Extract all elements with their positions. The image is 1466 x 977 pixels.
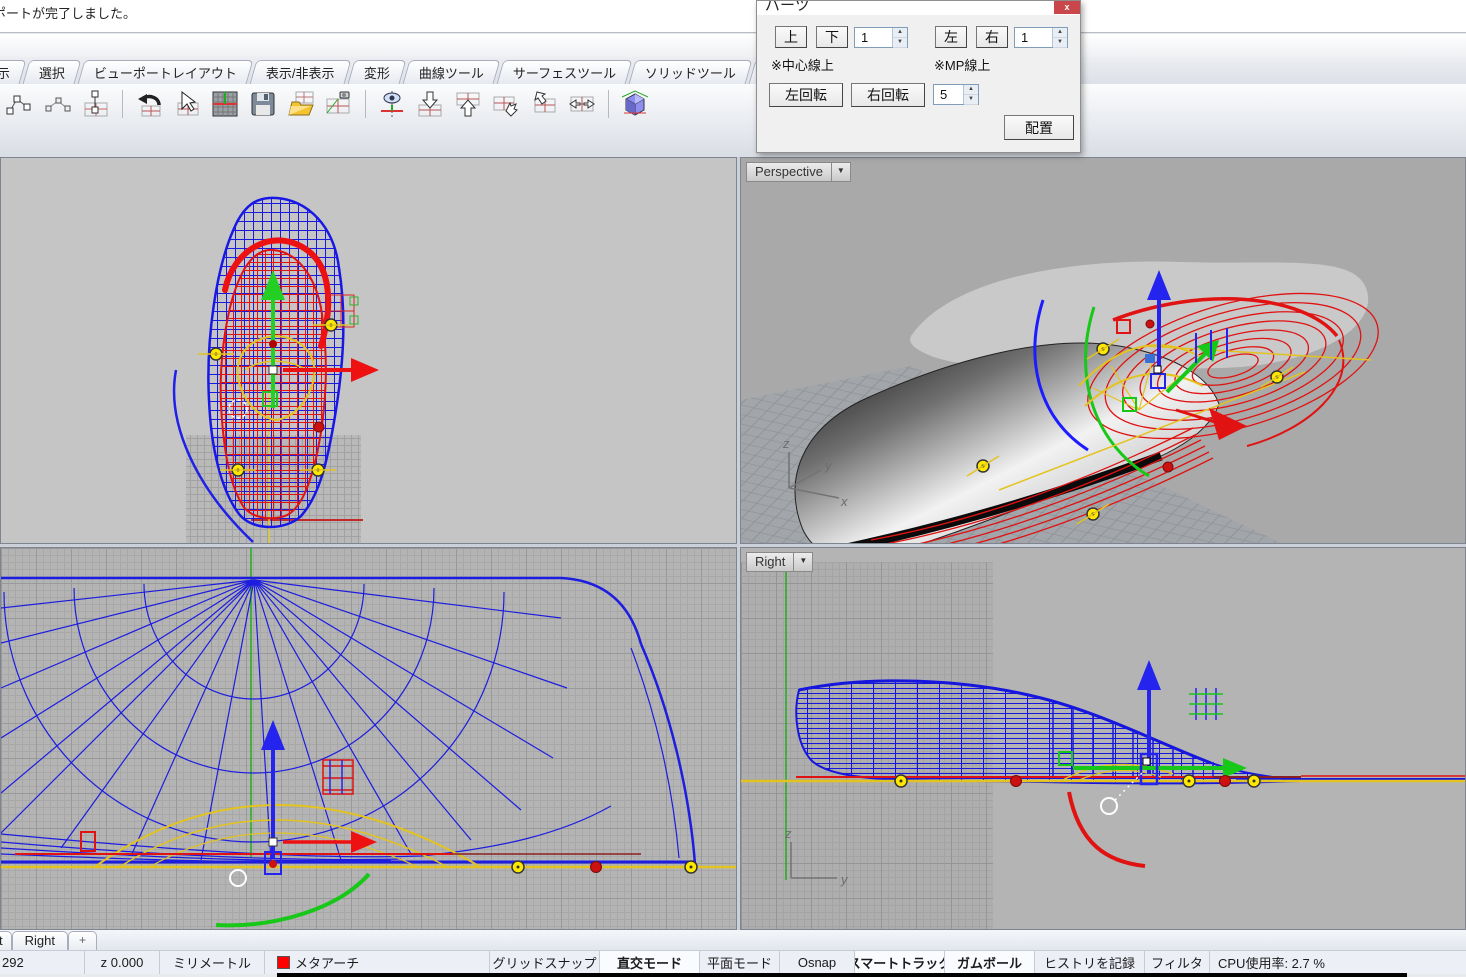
rotate-left-button[interactable]: 左回転 [769, 83, 843, 107]
viewport-right[interactable]: Right ▼ [740, 547, 1466, 930]
viewport-perspective[interactable]: Perspective ▼ [740, 157, 1466, 544]
viewport-dropdown-icon[interactable]: ▼ [793, 553, 812, 571]
right-button[interactable]: 右 [976, 26, 1008, 48]
viewport-label-right[interactable]: Right ▼ [746, 552, 813, 572]
menu-tab-surface-tools[interactable]: サーフェスツール [496, 60, 632, 84]
perspective-canvas[interactable]: z y x [741, 158, 1465, 543]
parts-dialog-title: パーツ [765, 1, 810, 15]
menu-tab-show-hide[interactable]: 表示/非表示 [250, 60, 352, 84]
save-icon[interactable] [247, 88, 279, 120]
left-button[interactable]: 左 [935, 26, 967, 48]
down-button[interactable]: 下 [816, 26, 848, 48]
menu-tab-viewport-layout[interactable]: ビューポートレイアウト [78, 60, 254, 84]
coordinate-z: z 0.000 [85, 951, 160, 974]
svg-text:x: x [840, 494, 848, 509]
select-cursor-icon[interactable] [171, 88, 203, 120]
updown-stepper[interactable]: 1 ▲▼ [854, 27, 908, 48]
shaded-cube-icon[interactable] [619, 88, 651, 120]
stepper-arrows[interactable]: ▲▼ [963, 85, 978, 104]
screen-artifact-strip [277, 973, 1407, 977]
orbit-icon[interactable] [528, 88, 560, 120]
control-points-icon[interactable] [4, 88, 36, 120]
undo-icon[interactable] [133, 88, 165, 120]
cpu-usage: CPU使用率: 2.7 % [1210, 951, 1466, 974]
viewport-area: Perspective ▼ [0, 157, 1466, 930]
gumball-toggle[interactable]: ガムボール [945, 951, 1035, 974]
rotate-right-button[interactable]: 右回転 [851, 83, 925, 107]
rotate-stepper[interactable]: 5 ▲▼ [933, 84, 979, 105]
up-button[interactable]: 上 [775, 26, 807, 48]
stepper-arrows[interactable]: ▲▼ [1052, 28, 1067, 47]
add-viewport-tab-button[interactable]: + [68, 931, 97, 950]
insert-point-icon[interactable] [80, 88, 112, 120]
viewport-label-perspective[interactable]: Perspective ▼ [746, 162, 851, 182]
point-object-icon[interactable] [42, 88, 74, 120]
flip-view-icon[interactable] [566, 88, 598, 120]
coordinate-y: 292 [0, 951, 85, 974]
filter-toggle[interactable]: フィルタ [1145, 951, 1210, 974]
named-view-icon[interactable] [323, 88, 355, 120]
stepper-arrows[interactable]: ▲▼ [892, 28, 907, 47]
menu-tab-curve-tools[interactable]: 曲線ツール [402, 60, 500, 84]
record-history-toggle[interactable]: ヒストリを記録 [1035, 951, 1145, 974]
pan-down-icon[interactable] [414, 88, 446, 120]
menu-tab-henkei[interactable]: 変形 [347, 60, 406, 84]
smarttrack-toggle[interactable]: スマートトラック [855, 951, 945, 974]
command-prompt-input[interactable] [0, 34, 1466, 57]
menu-tab-solid-tools[interactable]: ソリッドツール [628, 60, 752, 84]
svg-text:z: z [784, 826, 792, 841]
center-line-note: ※中心線上 [771, 55, 834, 74]
units-label[interactable]: ミリメートル [160, 951, 265, 974]
parts-dialog-titlebar[interactable]: パーツ x [757, 1, 1080, 15]
layer-color-swatch[interactable] [277, 956, 290, 969]
viewport-top[interactable] [0, 157, 737, 544]
toolbar-separator [122, 90, 123, 118]
viewport-tab-partial[interactable]: t [0, 931, 12, 950]
command-history-text: ポートが完了しました。 [0, 0, 1466, 22]
layer-cell[interactable]: メタアーチ [265, 951, 490, 974]
side-view-canvas[interactable] [1, 548, 736, 929]
viewport-side-zoom[interactable] [0, 547, 737, 930]
cplane-grid-icon[interactable] [209, 88, 241, 120]
grid-snap-toggle[interactable]: グリッドスナップ [490, 951, 600, 974]
toolbar-separator [365, 90, 366, 118]
ortho-toggle[interactable]: 直交モード [600, 951, 700, 974]
viewport-tab-bar: t Right + [0, 930, 1466, 950]
mp-line-note: ※MP線上 [934, 55, 990, 74]
command-history: ポートが完了しました。 [0, 0, 1466, 33]
leftright-stepper[interactable]: 1 ▲▼ [1014, 27, 1068, 48]
nudge-icon[interactable] [490, 88, 522, 120]
toolbar-separator [608, 90, 609, 118]
osnap-toggle[interactable]: Osnap [780, 951, 855, 974]
pan-up-icon[interactable] [452, 88, 484, 120]
main-toolbar [0, 84, 1466, 157]
menu-tab-sentaku[interactable]: 選択 [23, 60, 82, 84]
status-bar: 292 z 0.000 ミリメートル メタアーチ グリッドスナップ 直交モード … [0, 950, 1466, 974]
viewport-tab-right[interactable]: Right [12, 931, 68, 950]
open-folder-icon[interactable] [285, 88, 317, 120]
viewport-dropdown-icon[interactable]: ▼ [831, 163, 850, 181]
close-icon[interactable]: x [1054, 1, 1080, 14]
parts-dialog: パーツ x 上 下 1 ▲▼ 左 右 1 ▲▼ ※中心線上 ※MP線上 左回転 … [756, 0, 1081, 153]
planar-toggle[interactable]: 平面モード [700, 951, 780, 974]
menu-tab-bar: 示 選択 ビューポートレイアウト 表示/非表示 変形 曲線ツール サーフェスツー… [0, 57, 1466, 84]
show-hide-eye-icon[interactable] [376, 88, 408, 120]
layer-name: メタアーチ [295, 953, 359, 972]
top-view-canvas[interactable] [1, 158, 736, 543]
svg-text:z: z [782, 436, 790, 451]
right-view-canvas[interactable]: z y [741, 548, 1465, 929]
place-button[interactable]: 配置 [1004, 115, 1074, 140]
